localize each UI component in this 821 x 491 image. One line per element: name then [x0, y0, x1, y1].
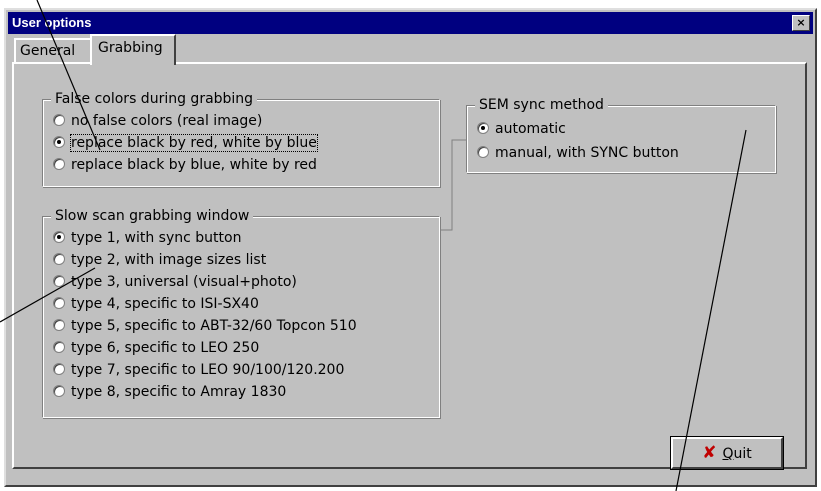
- quit-button[interactable]: ✘ Quit: [670, 436, 784, 470]
- sem-sync-title: SEM sync method: [475, 95, 608, 115]
- radio-button-selected[interactable]: [477, 122, 489, 134]
- option-label: type 3, universal (visual+photo): [71, 274, 297, 290]
- false-colors-option-red-blue[interactable]: replace black by red, white by blue: [53, 132, 318, 154]
- radio-button[interactable]: [477, 146, 489, 158]
- radio-button[interactable]: [53, 158, 65, 170]
- radio-button[interactable]: [53, 341, 65, 353]
- tab-general-label: General: [20, 43, 76, 59]
- tab-grabbing-label: Grabbing: [98, 40, 163, 56]
- slow-scan-group: Slow scan grabbing window type 1, with s…: [42, 206, 440, 418]
- option-label: type 1, with sync button: [71, 230, 242, 246]
- option-label: no false colors (real image): [71, 113, 263, 129]
- radio-button-selected[interactable]: [53, 136, 65, 148]
- radio-button[interactable]: [53, 363, 65, 375]
- sem-sync-option-manual[interactable]: manual, with SYNC button: [477, 142, 679, 164]
- grabbing-panel: False colors during grabbing no false co…: [12, 62, 807, 469]
- window-title: User options: [12, 15, 92, 30]
- slow-scan-option-type6[interactable]: type 6, specific to LEO 250: [53, 337, 259, 359]
- false-colors-title: False colors during grabbing: [51, 89, 258, 109]
- quit-mnemonic: Q: [722, 446, 734, 462]
- option-label: type 8, specific to Amray 1830: [71, 384, 287, 400]
- slow-scan-option-type5[interactable]: type 5, specific to ABT-32/60 Topcon 510: [53, 315, 357, 337]
- tab-grabbing[interactable]: Grabbing: [90, 34, 176, 65]
- option-label: type 4, specific to ISI-SX40: [71, 296, 259, 312]
- tab-general[interactable]: General: [14, 38, 94, 63]
- radio-button[interactable]: [53, 319, 65, 331]
- option-label: type 2, with image sizes list: [71, 252, 267, 268]
- option-label: type 6, specific to LEO 250: [71, 340, 260, 356]
- sem-sync-group: SEM sync method automatic manual, with S…: [466, 95, 776, 173]
- radio-button[interactable]: [53, 275, 65, 287]
- sem-sync-option-automatic[interactable]: automatic: [477, 118, 566, 140]
- option-label: type 7, specific to LEO 90/100/120.200: [71, 362, 345, 378]
- radio-button[interactable]: [53, 385, 65, 397]
- false-colors-option-real[interactable]: no false colors (real image): [53, 110, 262, 132]
- slow-scan-option-type4[interactable]: type 4, specific to ISI-SX40: [53, 293, 259, 315]
- option-label: manual, with SYNC button: [495, 145, 679, 161]
- close-button[interactable]: ×: [792, 15, 810, 31]
- slow-scan-option-type7[interactable]: type 7, specific to LEO 90/100/120.200: [53, 359, 344, 381]
- radio-button[interactable]: [53, 297, 65, 309]
- slow-scan-option-type2[interactable]: type 2, with image sizes list: [53, 249, 266, 271]
- slow-scan-option-type8[interactable]: type 8, specific to Amray 1830: [53, 381, 286, 403]
- slow-scan-option-type1[interactable]: type 1, with sync button: [53, 227, 241, 249]
- radio-button[interactable]: [53, 253, 65, 265]
- x-icon: ✘: [702, 443, 717, 463]
- quit-label: Quit: [722, 446, 751, 462]
- quit-label-rest: uit: [733, 446, 752, 462]
- false-colors-group: False colors during grabbing no false co…: [42, 89, 440, 187]
- slow-scan-title: Slow scan grabbing window: [51, 206, 254, 226]
- radio-button[interactable]: [53, 114, 65, 126]
- slow-scan-option-type3[interactable]: type 3, universal (visual+photo): [53, 271, 297, 293]
- radio-button-selected[interactable]: [53, 231, 65, 243]
- option-label: replace black by red, white by blue: [70, 134, 318, 152]
- false-colors-option-blue-red[interactable]: replace black by blue, white by red: [53, 154, 317, 176]
- option-label: replace black by blue, white by red: [71, 157, 317, 173]
- title-bar[interactable]: User options ×: [8, 12, 813, 34]
- option-label: automatic: [495, 121, 566, 137]
- option-label: type 5, specific to ABT-32/60 Topcon 510: [71, 318, 357, 334]
- close-icon: ×: [796, 16, 806, 29]
